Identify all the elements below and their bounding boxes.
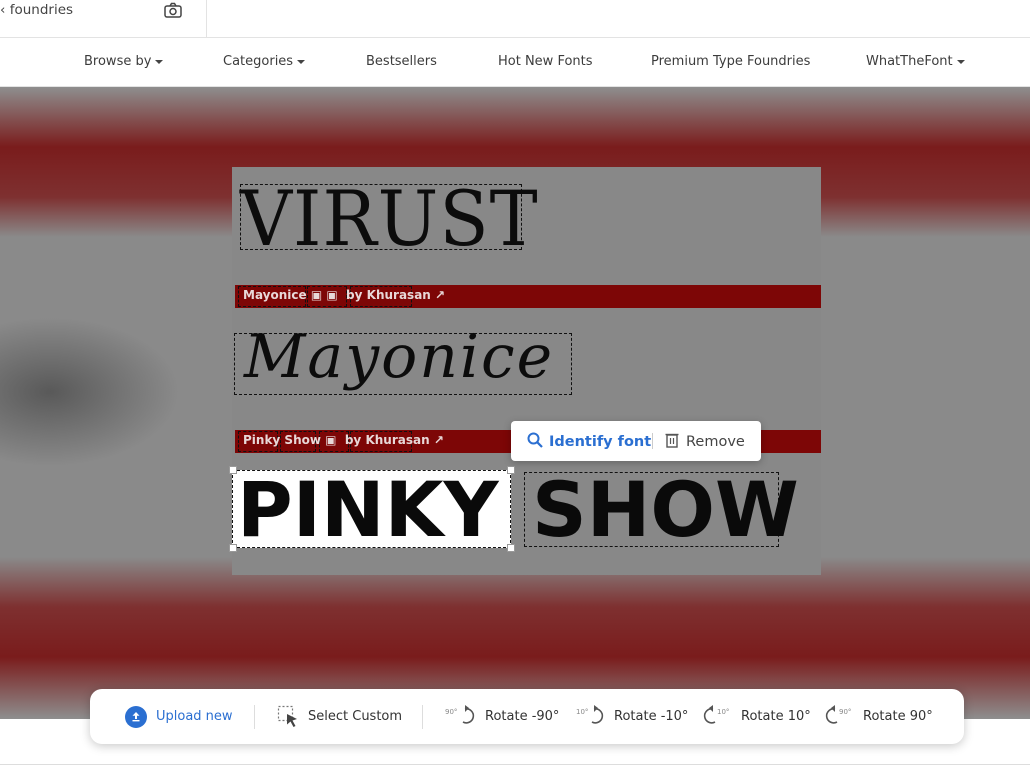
font-credit-text: Pinky Show ▣ by Khurasan ↗ xyxy=(243,433,444,447)
foundry-name: Khurasan xyxy=(365,433,430,447)
external-link-icon: ↗ xyxy=(433,433,444,447)
upload-new-button[interactable]: Upload new xyxy=(125,689,233,744)
rotate-plus-90-button[interactable]: 90° Rotate 90° xyxy=(825,689,933,744)
select-custom-label: Select Custom xyxy=(308,709,403,724)
search-icon xyxy=(527,432,543,448)
upload-new-label: Upload new xyxy=(156,709,233,724)
top-bar: ‹ foundries xyxy=(0,0,1030,38)
nav-premium-type-foundries[interactable]: Premium Type Foundries xyxy=(651,54,810,69)
rotate-plus-10-button[interactable]: 10° Rotate 10° xyxy=(703,689,811,744)
external-link-icon: ↗ xyxy=(435,288,446,302)
resize-handle[interactable] xyxy=(229,544,237,552)
nav-bestsellers[interactable]: Bestsellers xyxy=(366,54,437,69)
divider xyxy=(422,705,423,729)
foundry-name: Khurasan xyxy=(366,288,431,302)
remove-button[interactable]: Remove xyxy=(665,432,745,450)
rotate-icon-angle: 90° xyxy=(839,708,851,716)
caret-down-icon xyxy=(297,59,306,64)
rotate-plus-10-label: Rotate 10° xyxy=(741,709,811,724)
caret-down-icon xyxy=(155,59,164,64)
resize-handle[interactable] xyxy=(507,466,515,474)
rotate-icon-angle: 10° xyxy=(717,708,729,716)
nav-browse-by[interactable]: Browse by xyxy=(84,54,164,69)
rotate-minus-90-label: Rotate -90° xyxy=(485,709,560,724)
remove-label: Remove xyxy=(686,434,745,450)
nav-whatthefont[interactable]: WhatTheFont xyxy=(866,54,965,69)
uploaded-image: VIRUST Mayonice ▣ ▣ by Khurasan ↗ Mayoni… xyxy=(229,167,821,575)
identify-font-label: Identify font xyxy=(549,434,652,450)
rotate-minus-10-label: Rotate -10° xyxy=(614,709,689,724)
sample-text-virust: VIRUST xyxy=(240,174,539,264)
search-box[interactable]: ‹ foundries xyxy=(0,0,207,38)
main-nav: Browse by Categories Bestsellers Hot New… xyxy=(0,38,1030,87)
nav-hot-new-fonts[interactable]: Hot New Fonts xyxy=(498,54,593,69)
divider xyxy=(254,705,255,729)
caret-down-icon xyxy=(956,59,965,64)
rotate-left-icon: 90° xyxy=(445,704,477,730)
font-credit-text: Mayonice ▣ ▣ by Khurasan ↗ xyxy=(243,288,446,302)
nav-label: Hot New Fonts xyxy=(498,54,593,69)
image-stage: VIRUST Mayonice ▣ ▣ by Khurasan ↗ Mayoni… xyxy=(0,87,1030,719)
nav-categories[interactable]: Categories xyxy=(223,54,306,69)
rotate-icon-angle: 90° xyxy=(445,708,457,716)
by-text: by xyxy=(346,288,363,302)
footer-divider xyxy=(0,764,1030,765)
nav-label: WhatTheFont xyxy=(866,54,953,69)
image-toolbar: Upload new Select Custom 90° Rotate -90°… xyxy=(90,689,964,744)
background-blur xyxy=(0,317,180,467)
search-text: foundries xyxy=(9,2,74,18)
nav-label: Bestsellers xyxy=(366,54,437,69)
camera-icon[interactable] xyxy=(163,0,183,20)
selection-popup: Identify font Remove xyxy=(511,421,761,461)
rotate-minus-90-button[interactable]: 90° Rotate -90° xyxy=(445,689,559,744)
font-name: Mayonice xyxy=(243,288,307,302)
sample-text-pinky: PINKY xyxy=(237,465,499,554)
upload-icon xyxy=(125,705,147,728)
rotate-right-icon: 10° xyxy=(703,704,733,730)
select-custom-icon xyxy=(277,705,297,727)
nav-label: Premium Type Foundries xyxy=(651,54,811,69)
trash-icon xyxy=(665,433,679,448)
resize-handle[interactable] xyxy=(229,466,237,474)
divider xyxy=(652,433,653,449)
rotate-icon-angle: 10° xyxy=(576,708,588,716)
rotate-minus-10-button[interactable]: 10° Rotate -10° xyxy=(576,689,688,744)
identify-font-button[interactable]: Identify font xyxy=(527,432,651,450)
resize-handle[interactable] xyxy=(507,544,515,552)
nav-label: Categories xyxy=(223,54,294,69)
font-name: Pinky Show xyxy=(243,433,321,447)
rotate-right-icon: 90° xyxy=(825,704,855,730)
rotate-left-icon: 10° xyxy=(576,704,606,730)
by-text: by xyxy=(344,433,362,447)
rotate-plus-90-label: Rotate 90° xyxy=(863,709,933,724)
sample-text-show: SHOW xyxy=(532,465,799,554)
select-custom-button[interactable]: Select Custom xyxy=(277,689,402,744)
sample-text-mayonice: Mayonice xyxy=(244,322,555,392)
search-input[interactable]: ‹ foundries xyxy=(0,2,73,18)
nav-label: Browse by xyxy=(84,54,152,69)
font-credit-bar: Mayonice ▣ ▣ by Khurasan ↗ xyxy=(235,285,821,308)
